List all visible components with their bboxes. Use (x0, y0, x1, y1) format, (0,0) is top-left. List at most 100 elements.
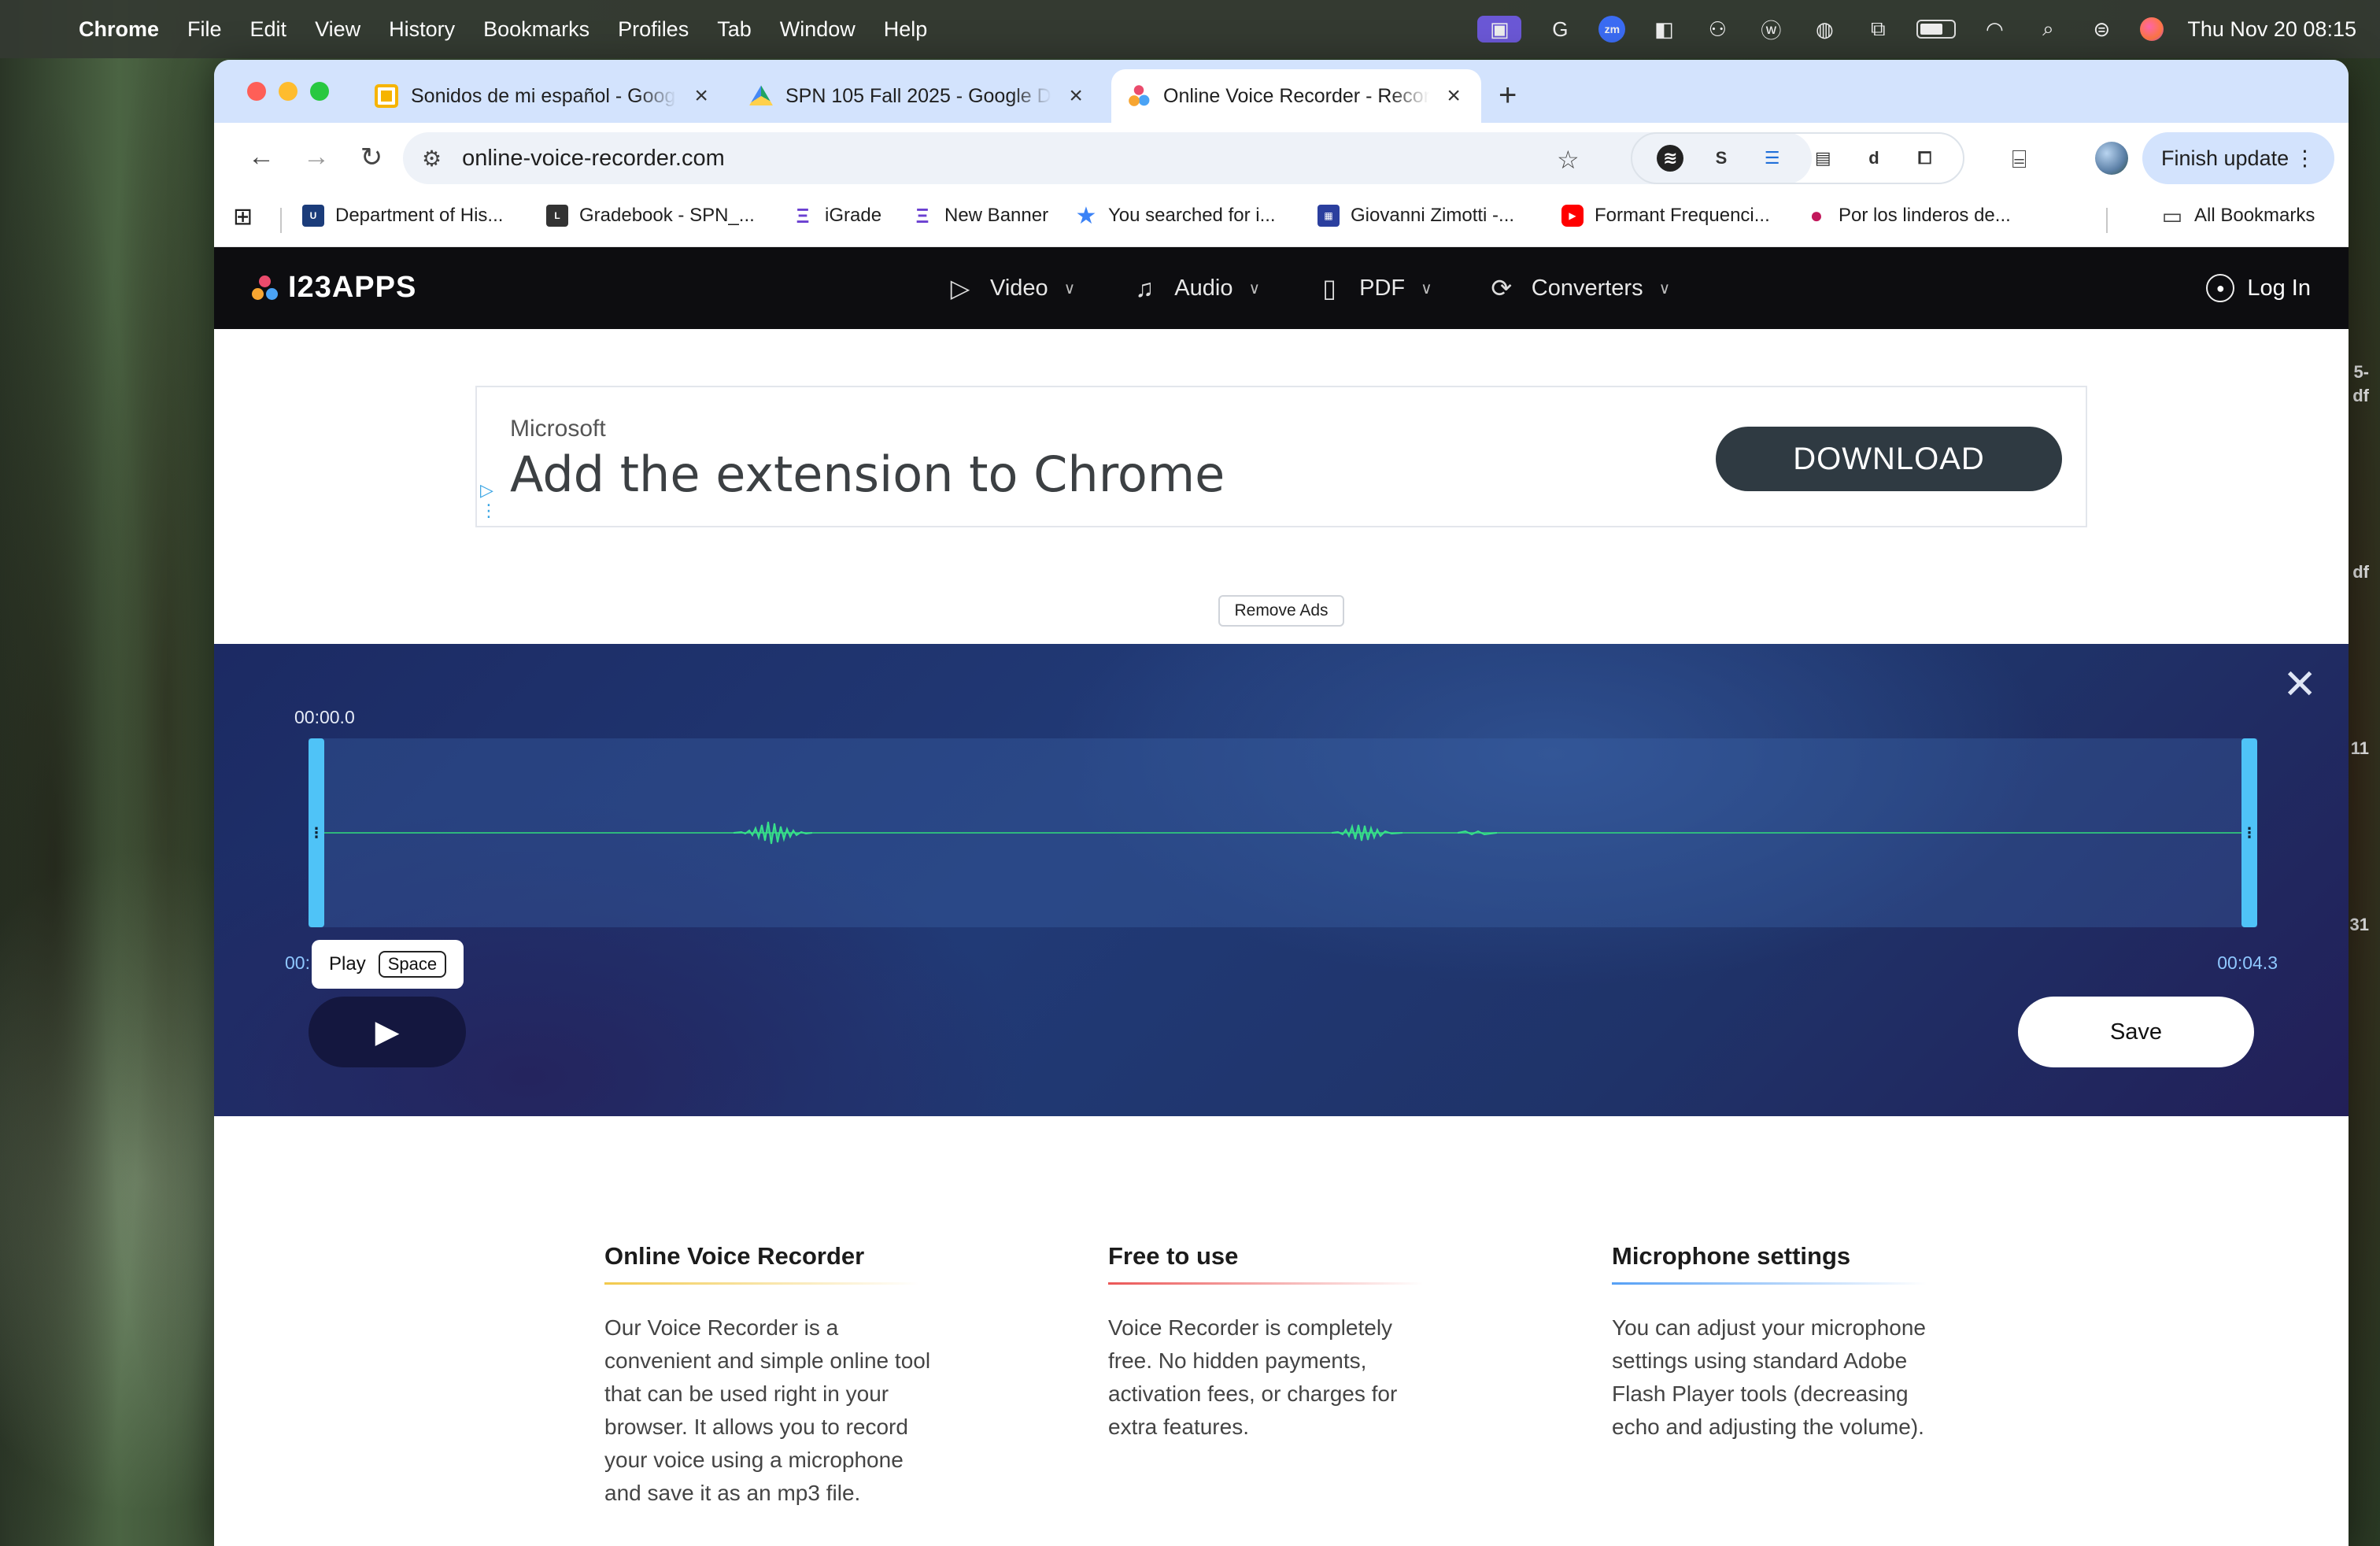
profile-avatar[interactable] (2095, 142, 2128, 175)
bookmark-item[interactable]: ▦ Giovanni Zimotti -... (1318, 205, 1514, 227)
menu-help[interactable]: Help (884, 17, 928, 42)
bookmark-label: Giovanni Zimotti -... (1351, 205, 1515, 226)
url-text[interactable]: online-voice-recorder.com (462, 146, 725, 172)
bookmark-label: Por los linderos de... (1839, 205, 2011, 226)
remove-ads-button[interactable]: Remove Ads (1218, 595, 1344, 627)
close-icon[interactable]: ✕ (2282, 664, 2317, 705)
more-menu-icon[interactable]: ⋮ (2294, 146, 2315, 171)
nav-pdf[interactable]: ▯ PDF ∨ (1315, 273, 1432, 303)
site-logo[interactable]: I23APPS (252, 271, 416, 305)
finish-update-button[interactable]: Finish update ⋮ (2142, 132, 2334, 184)
window-controls (247, 82, 329, 101)
keyboard-shortcut: Space (378, 951, 447, 978)
reload-icon[interactable]: ↻ (356, 142, 387, 173)
bookmark-item[interactable]: ▶ Formant Frequenci... (1561, 205, 1770, 227)
maximize-window-button[interactable] (310, 82, 329, 101)
bookmark-star-icon[interactable]: ☆ (1557, 145, 1580, 175)
adchoices-icon[interactable]: ▷ ⋮ (480, 480, 497, 521)
tab-voice-recorder[interactable]: Online Voice Recorder - Record Voice × (1111, 69, 1481, 123)
menu-view[interactable]: View (315, 17, 360, 42)
teams-icon[interactable]: ⚇ (1702, 16, 1732, 43)
stage-manager-icon[interactable]: ⧉ (1863, 16, 1893, 43)
siri-icon[interactable] (2140, 17, 2164, 41)
chevron-down-icon: ∨ (1248, 279, 1261, 298)
trim-start-handle[interactable]: ⋮ (309, 738, 324, 927)
all-bookmarks[interactable]: ▭ All Bookmarks (2161, 204, 2315, 228)
bookmark-item[interactable]: ● Por los linderos de... (1805, 203, 2011, 227)
nav-converters[interactable]: ⟳ Converters ∨ (1488, 273, 1670, 303)
desktop-label: 31 (2349, 915, 2369, 934)
wordtune-icon[interactable]: ⓦ (1756, 16, 1786, 43)
user-icon: ● (2206, 274, 2235, 302)
bookmark-item[interactable]: U Department of His... (302, 205, 503, 227)
menu-history[interactable]: History (389, 17, 455, 42)
menubar-clock[interactable]: Thu Nov 20 08:15 (2187, 17, 2356, 42)
menu-file[interactable]: File (187, 17, 222, 42)
site-icon: ▦ (1318, 205, 1340, 227)
menu-edit[interactable]: Edit (250, 17, 287, 42)
play-button[interactable]: ▶ (309, 997, 466, 1067)
address-bar[interactable]: ⚙ online-voice-recorder.com (403, 132, 1812, 184)
grammarly-icon[interactable]: G (1545, 16, 1575, 43)
menu-tab[interactable]: Tab (717, 17, 752, 42)
search-tabs-icon[interactable]: ⌸ (2012, 145, 2027, 175)
close-tab-icon[interactable]: × (1064, 83, 1088, 109)
feature-text: Our Voice Recorder is a convenient and s… (604, 1315, 931, 1505)
feature-title: Microphone settings (1612, 1242, 1942, 1285)
login-button[interactable]: ● Log In (2206, 274, 2311, 302)
trim-end-handle[interactable]: ⋮ (2241, 738, 2257, 927)
bookmark-item[interactable]: Ξ New Banner (911, 203, 1048, 227)
feature-text: Voice Recorder is completely free. No hi… (1108, 1315, 1398, 1439)
menu-app-name[interactable]: Chrome (79, 17, 159, 42)
nav-video[interactable]: ▷ Video ∨ (946, 273, 1076, 303)
screen-share-icon[interactable]: ▣ (1477, 16, 1522, 43)
banner-icon: Ξ (915, 203, 929, 227)
forward-arrow-icon[interactable]: → (301, 142, 332, 172)
trim-end-time: 00:04.3 (2217, 952, 2278, 973)
extension-d-icon[interactable]: d (1861, 145, 1887, 172)
close-window-button[interactable] (247, 82, 266, 101)
back-arrow-icon[interactable]: ← (246, 142, 277, 172)
save-button[interactable]: Save (2018, 997, 2254, 1067)
waveform-editor[interactable]: ⋮ ⋮ (309, 738, 2257, 927)
control-center-icon[interactable]: ⊜ (2086, 16, 2116, 43)
minimize-window-button[interactable] (279, 82, 298, 101)
spotlight-search-icon[interactable]: ⌕ (2033, 16, 2063, 43)
tab-strip: Sonidos de mi español - Google Slides × … (214, 60, 2349, 123)
nav-label: Video (990, 275, 1048, 301)
notes-icon[interactable]: ◧ (1649, 16, 1679, 43)
wifi-icon[interactable]: ◠ (1979, 16, 2009, 43)
bookmark-item[interactable]: ★ You searched for i... (1075, 203, 1276, 229)
desktop-label: 5- (2353, 362, 2369, 382)
desktop-label: 11 (2350, 738, 2369, 758)
extensions-puzzle-icon[interactable]: ⧠ (1912, 145, 1938, 172)
menu-profiles[interactable]: Profiles (618, 17, 689, 42)
download-button[interactable]: DOWNLOAD (1716, 427, 2062, 491)
apps-grid-icon[interactable]: ⊞ (233, 203, 253, 231)
waveform-burst (1458, 830, 1497, 836)
igrade-icon: Ξ (796, 203, 810, 227)
bookmark-item[interactable]: Ξ iGrade (792, 203, 881, 227)
menu-window[interactable]: Window (780, 17, 856, 42)
ad-headline[interactable]: Add the extension to Chrome (510, 446, 1225, 503)
nav-label: Converters (1531, 275, 1643, 301)
battery-icon[interactable] (1916, 20, 1957, 39)
close-tab-icon[interactable]: × (1442, 83, 1465, 109)
new-tab-icon[interactable]: + (1499, 76, 1517, 115)
tab-title: Sonidos de mi español - Google Slides (411, 84, 677, 107)
bookmark-item[interactable]: L Gradebook - SPN_... (546, 205, 755, 227)
menu-bookmarks[interactable]: Bookmarks (483, 17, 589, 42)
close-tab-icon[interactable]: × (689, 83, 713, 109)
extension-screencast-icon[interactable]: ▤ (1809, 145, 1836, 172)
extension-scribe-icon[interactable]: S (1708, 145, 1735, 172)
extension-s-icon[interactable]: ≋ (1657, 145, 1684, 172)
tab-title: Online Voice Recorder - Record Voice (1163, 84, 1430, 107)
site-info-icon[interactable]: ⚙ (422, 146, 442, 172)
zoom-icon[interactable]: zm (1598, 16, 1626, 43)
tab-sonidos[interactable]: Sonidos de mi español - Google Slides × (359, 69, 729, 123)
nav-audio[interactable]: ♫ Audio ∨ (1130, 274, 1260, 303)
globe-icon[interactable]: ◍ (1809, 16, 1839, 43)
tab-spn105[interactable]: SPN 105 Fall 2025 - Google Drive × (734, 69, 1103, 123)
extension-reader-icon[interactable]: ☰ (1759, 145, 1786, 172)
advertisement-banner[interactable]: Microsoft Add the extension to Chrome ▷ ⋮… (475, 386, 2087, 527)
